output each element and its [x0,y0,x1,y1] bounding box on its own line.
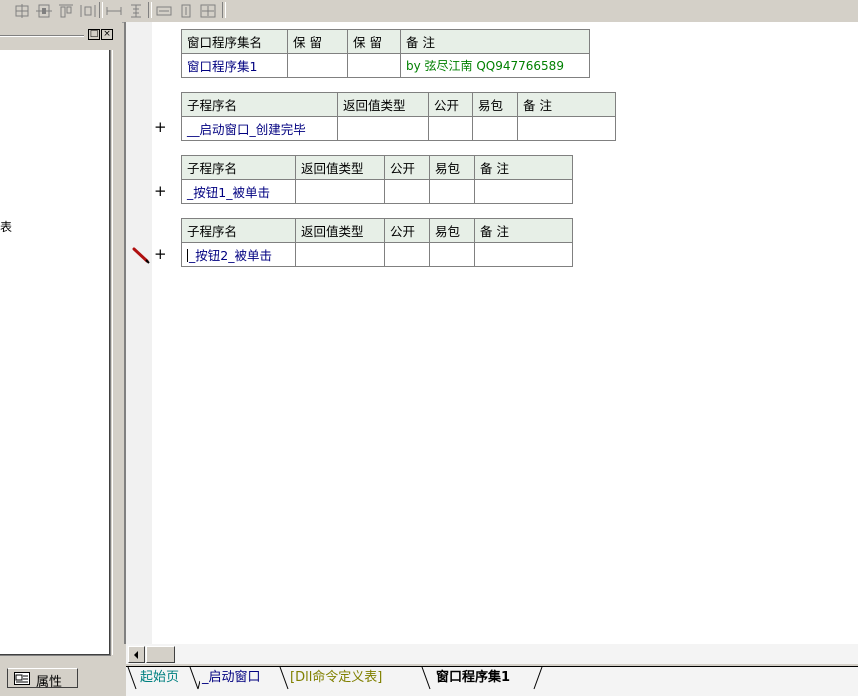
tab-separator [127,667,137,690]
tab-label: [Dll命令定义表] [290,670,383,685]
tab-window-assembly-active[interactable]: 窗口程序集1 [436,667,510,689]
expand-icon[interactable]: + [154,245,167,263]
scrollbar-thumb[interactable] [146,646,175,663]
expand-icon[interactable]: + [154,182,167,200]
layout-toolbar [0,0,858,23]
align-middle-icon[interactable] [34,2,54,20]
vspace-icon[interactable] [176,2,196,20]
header-cell: 易包 [472,92,518,117]
tab-separator [189,667,200,690]
remark-cell[interactable] [474,242,573,267]
align-center-icon[interactable] [12,2,32,20]
header-cell: 公开 [384,218,430,243]
panel-title-bar: □ × [0,26,118,40]
easy-package-cell[interactable] [429,242,475,267]
easy-package-cell[interactable] [472,116,518,141]
tree-item-fragment[interactable]: 表 [0,218,12,235]
header-cell: 备 注 [474,155,573,180]
header-cell: 子程序名 [181,92,338,117]
tab-separator [533,667,543,690]
header-cell: 返回值类型 [337,92,429,117]
distribute-icon[interactable] [78,2,98,20]
same-height-icon[interactable] [126,2,146,20]
header-cell: 返回值类型 [295,155,385,180]
header-cell: 易包 [429,218,475,243]
header-cell: 备 注 [400,29,590,54]
document-tab-bar: 起始页 _启动窗口 [Dll命令定义表] 窗口程序集1 [126,666,858,696]
text-caret [187,249,188,262]
header-cell: 公开 [384,155,430,180]
header-cell: 易包 [429,155,475,180]
code-editor[interactable]: 窗口程序集名 保 留 保 留 备 注 窗口程序集1 by 弦尽江南 QQ9477… [124,22,858,644]
remark-cell[interactable] [474,179,573,204]
project-tree[interactable]: 表 [0,50,111,656]
align-top-icon[interactable] [56,2,76,20]
tab-dll-commands[interactable]: [Dll命令定义表] [290,667,382,689]
public-cell[interactable] [428,116,473,141]
easy-package-cell[interactable] [429,179,475,204]
expand-icon[interactable]: + [154,118,167,136]
reserved-cell[interactable] [287,53,348,78]
assembly-table: 窗口程序集名 保 留 保 留 备 注 窗口程序集1 by 弦尽江南 QQ9477… [181,29,590,78]
properties-icon [14,672,30,685]
pen-icon [132,247,150,268]
tab-start-page[interactable]: 起始页 [140,667,179,689]
tab-label: 起始页 [140,670,180,685]
left-panel: □ × 表 [0,22,122,662]
remark-cell[interactable] [517,116,616,141]
tab-label: _启动窗口 [202,670,261,685]
tab-separator [279,667,289,690]
header-cell: 保 留 [287,29,348,54]
hspace-icon[interactable] [154,2,174,20]
header-cell: 备 注 [474,218,573,243]
subroutine-name-text: _按钮2_被单击 [189,248,272,263]
properties-tab-label: 属性 [36,675,63,690]
subroutine-name-cell[interactable]: _按钮2_被单击 [181,242,296,267]
header-cell: 公开 [428,92,473,117]
subroutine-name-cell[interactable]: _按钮1_被单击 [181,179,296,204]
return-type-cell[interactable] [337,116,429,141]
reserved-cell[interactable] [347,53,401,78]
tab-label: 窗口程序集1 [436,670,511,685]
subroutine-table: 子程序名 返回值类型 公开 易包 备 注 _按钮1_被单击 [181,155,573,204]
subroutine-name-cell[interactable]: __启动窗口_创建完毕 [181,116,338,141]
center-both-icon[interactable] [198,2,218,20]
return-type-cell[interactable] [295,242,385,267]
remark-cell[interactable]: by 弦尽江南 QQ947766589 [400,53,590,78]
header-cell: 子程序名 [181,155,296,180]
header-cell: 返回值类型 [295,218,385,243]
same-width-icon[interactable] [104,2,124,20]
properties-tab[interactable]: 属性 [7,668,78,690]
horizontal-scrollbar[interactable] [126,644,858,664]
public-cell[interactable] [384,242,430,267]
assembly-name-cell[interactable]: 窗口程序集1 [181,53,288,78]
subroutine-table: 子程序名 返回值类型 公开 易包 备 注 _按钮2_被单击 [181,218,573,267]
close-icon[interactable]: × [101,29,113,40]
tab-separator [421,667,431,690]
tab-startup-window[interactable]: _启动窗口 [202,667,261,689]
header-cell: 保 留 [347,29,401,54]
header-cell: 子程序名 [181,218,296,243]
return-type-cell[interactable] [295,179,385,204]
subroutine-table: 子程序名 返回值类型 公开 易包 备 注 __启动窗口_创建完毕 [181,92,616,141]
scroll-left-button[interactable] [128,646,145,663]
restore-icon[interactable]: □ [88,29,100,40]
public-cell[interactable] [384,179,430,204]
panel-splitter[interactable] [112,50,121,655]
editor-gutter [126,22,152,644]
header-cell: 备 注 [517,92,616,117]
header-cell: 窗口程序集名 [181,29,288,54]
